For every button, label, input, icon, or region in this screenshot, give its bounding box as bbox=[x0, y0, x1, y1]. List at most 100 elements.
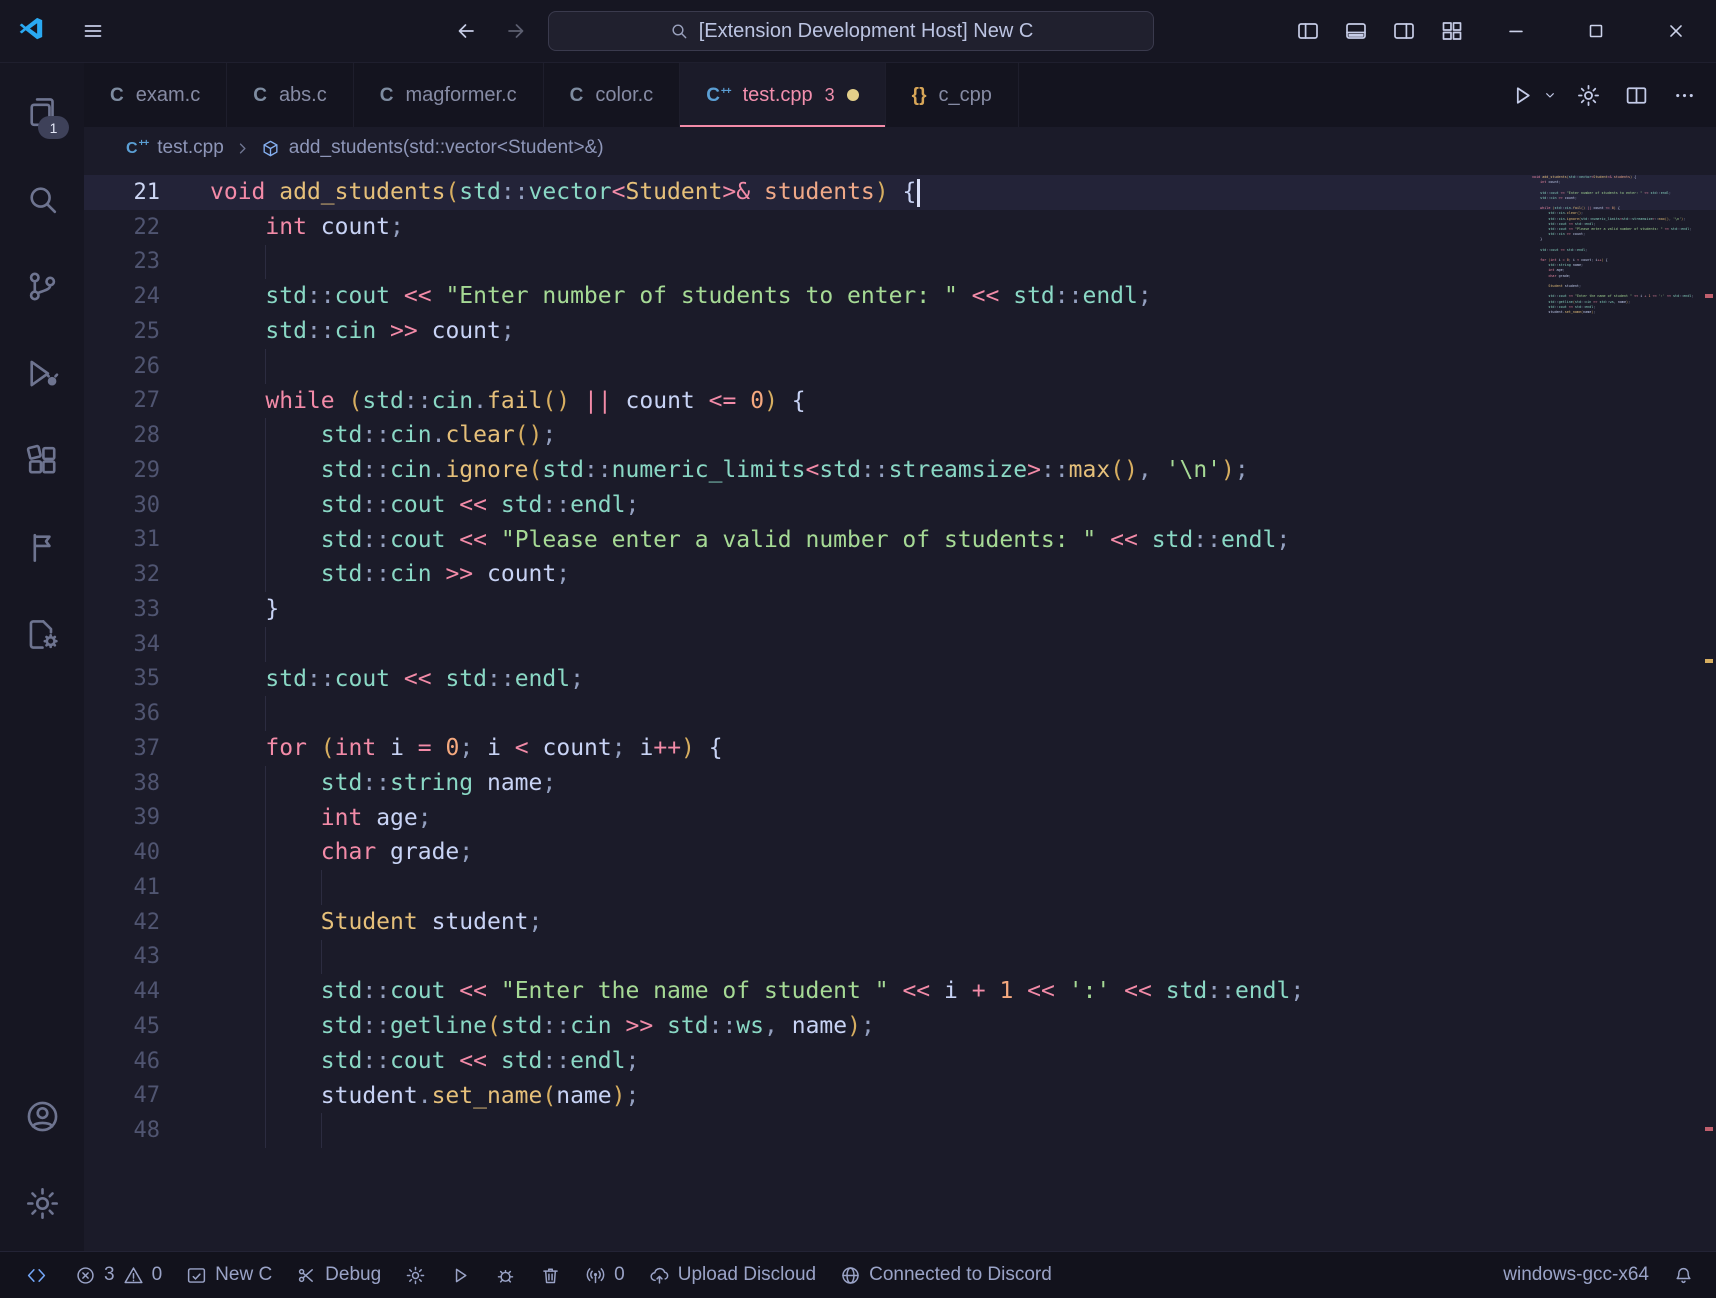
status-discord-status[interactable]: Connected to Discord bbox=[828, 1252, 1064, 1298]
activity-run-and-debug[interactable] bbox=[0, 330, 84, 417]
status-compiler-config[interactable]: windows-gcc-x64 bbox=[1491, 1252, 1661, 1298]
code-line-35[interactable]: 35 std::cout << std::endl; bbox=[84, 662, 1716, 697]
run-dropdown[interactable] bbox=[1538, 73, 1562, 117]
status-upload-discloud[interactable]: Upload Discloud bbox=[637, 1252, 828, 1298]
extensions-icon bbox=[25, 444, 56, 474]
code-line-39[interactable]: 39 int age; bbox=[84, 800, 1716, 836]
c-file-icon: C bbox=[110, 84, 124, 106]
code-line-23[interactable]: 23 bbox=[84, 244, 1716, 280]
code-line-32[interactable]: 32 std::cin >> count; bbox=[84, 557, 1716, 592]
activity-accounts[interactable] bbox=[0, 1073, 84, 1160]
vscode-logo bbox=[18, 15, 45, 47]
status-task-debug[interactable]: Debug bbox=[284, 1252, 393, 1298]
code-line-46[interactable]: 46 std::cout << std::endl; bbox=[84, 1043, 1716, 1079]
code-line-41[interactable]: 41 bbox=[84, 870, 1716, 905]
status-run-task[interactable] bbox=[438, 1252, 483, 1298]
activity-extensions[interactable] bbox=[0, 417, 84, 504]
status-debug[interactable] bbox=[483, 1252, 528, 1298]
code-line-31[interactable]: 31 std::cout << "Please enter a valid nu… bbox=[84, 522, 1716, 558]
customize-layout-icon[interactable] bbox=[1428, 0, 1476, 62]
code-line-43[interactable]: 43 bbox=[84, 939, 1716, 975]
command-center-text: [Extension Development Host] New C bbox=[698, 19, 1034, 42]
code-line-25[interactable]: 25 std::cin >> count; bbox=[84, 314, 1716, 349]
warning-icon bbox=[124, 1266, 143, 1283]
vscode-window: [Extension Development Host] New C 1 Cex… bbox=[0, 0, 1716, 1298]
line-number: 23 bbox=[133, 249, 161, 275]
toggle-sidebar-icon[interactable] bbox=[1284, 0, 1332, 62]
more-icon bbox=[1674, 92, 1694, 98]
tab-test.cpp[interactable]: Ctest.cpp 3 bbox=[680, 63, 886, 127]
status-settings[interactable] bbox=[393, 1252, 438, 1298]
code-line-48[interactable]: 48 bbox=[84, 1113, 1716, 1148]
back-icon[interactable] bbox=[448, 13, 484, 49]
overview-ruler[interactable] bbox=[1702, 169, 1716, 1251]
line-number: 39 bbox=[133, 805, 161, 831]
code-line-33[interactable]: 33 } bbox=[84, 592, 1716, 627]
activity-flag-extension[interactable] bbox=[0, 504, 84, 591]
activity-explorer[interactable]: 1 bbox=[0, 69, 84, 156]
status-remote-indicator[interactable] bbox=[10, 1252, 63, 1298]
bug-icon bbox=[497, 1269, 514, 1283]
breadcrumb: C test.cpp add_students(std::vector<Stud… bbox=[84, 127, 1716, 169]
branch-icon bbox=[29, 272, 55, 301]
title-bar: [Extension Development Host] New C bbox=[0, 0, 1716, 63]
breadcrumb-symbol[interactable]: add_students(std::vector<Student>&) bbox=[289, 137, 604, 159]
code-line-38[interactable]: 38 std::string name; bbox=[84, 765, 1716, 801]
code-line-44[interactable]: 44 std::cout << "Enter the name of stude… bbox=[84, 974, 1716, 1009]
line-number: 22 bbox=[133, 214, 161, 240]
toggle-panel-icon[interactable] bbox=[1332, 0, 1380, 62]
code-line-36[interactable]: 36 bbox=[84, 696, 1716, 731]
split-editor[interactable] bbox=[1614, 73, 1658, 117]
toggle-secondary-sidebar-icon[interactable] bbox=[1380, 0, 1428, 62]
activity-manage[interactable] bbox=[0, 1160, 84, 1247]
line-number: 30 bbox=[133, 492, 161, 518]
code-line-22[interactable]: 22 int count; bbox=[84, 210, 1716, 245]
cpp-file-icon: C bbox=[706, 86, 730, 105]
code-line-30[interactable]: 30 std::cout << std::endl; bbox=[84, 487, 1716, 523]
flag-icon bbox=[32, 533, 51, 562]
editor-settings[interactable] bbox=[1566, 73, 1610, 117]
close-button[interactable] bbox=[1636, 0, 1716, 62]
status-clean[interactable] bbox=[528, 1252, 573, 1298]
status-notifications[interactable] bbox=[1661, 1252, 1706, 1298]
breadcrumb-file[interactable]: test.cpp bbox=[157, 137, 224, 159]
code-line-28[interactable]: 28 std::cin.clear(); bbox=[84, 418, 1716, 453]
minimize-button[interactable] bbox=[1476, 0, 1556, 62]
code-line-47[interactable]: 47 student.set_name(name); bbox=[84, 1078, 1716, 1114]
menu-icon[interactable] bbox=[75, 13, 111, 49]
line-number: 45 bbox=[133, 1013, 161, 1039]
code-line-26[interactable]: 26 bbox=[84, 348, 1716, 384]
line-number: 24 bbox=[133, 284, 161, 310]
cpp-file-icon: C bbox=[126, 139, 148, 157]
broadcast-icon bbox=[586, 1267, 605, 1283]
minimap[interactable]: void add_students(std::vector<Student>& … bbox=[1532, 175, 1698, 320]
status-problems[interactable]: 30 bbox=[63, 1252, 174, 1298]
activity-search[interactable] bbox=[0, 156, 84, 243]
command-center[interactable]: [Extension Development Host] New C bbox=[548, 11, 1154, 51]
status-task-new-c[interactable]: New C bbox=[174, 1252, 284, 1298]
tab-color.c[interactable]: Ccolor.c bbox=[543, 63, 681, 127]
tab-c_cpp[interactable]: {} c_cpp bbox=[885, 63, 1019, 127]
more-actions[interactable] bbox=[1662, 73, 1706, 117]
tab-abs.c[interactable]: Cabs.c bbox=[227, 63, 354, 127]
line-number: 44 bbox=[133, 979, 161, 1005]
code-line-24[interactable]: 24 std::cout << "Enter number of student… bbox=[84, 279, 1716, 314]
tab-problems-badge: 3 bbox=[824, 84, 835, 105]
code-line-40[interactable]: 40 char grade; bbox=[84, 835, 1716, 870]
code-line-21[interactable]: 21 void add_students(std::vector<Student>… bbox=[84, 175, 1716, 210]
code-line-45[interactable]: 45 std::getline(std::cin >> std::ws, nam… bbox=[84, 1009, 1716, 1044]
code-line-29[interactable]: 29 std::cin.ignore(std::numeric_limits<s… bbox=[84, 453, 1716, 488]
code-line-34[interactable]: 34 bbox=[84, 626, 1716, 662]
code-line-42[interactable]: 42 Student student; bbox=[84, 904, 1716, 940]
line-number: 42 bbox=[133, 909, 161, 935]
tab-exam.c[interactable]: Cexam.c bbox=[84, 63, 228, 127]
activity-cpp-tools[interactable] bbox=[0, 591, 84, 678]
code-line-37[interactable]: 37 for (int i = 0; i < count; i++) { bbox=[84, 731, 1716, 766]
maximize-button[interactable] bbox=[1556, 0, 1636, 62]
status-ports[interactable]: 0 bbox=[573, 1252, 637, 1298]
forward-icon[interactable] bbox=[498, 13, 534, 49]
tab-magformer.c[interactable]: Cmagformer.c bbox=[353, 63, 544, 127]
activity-source-control[interactable] bbox=[0, 243, 84, 330]
code-line-27[interactable]: 27 while (std::cin.fail() || count <= 0)… bbox=[84, 384, 1716, 419]
code-editor[interactable]: 21 void add_students(std::vector<Student>… bbox=[84, 169, 1716, 1251]
